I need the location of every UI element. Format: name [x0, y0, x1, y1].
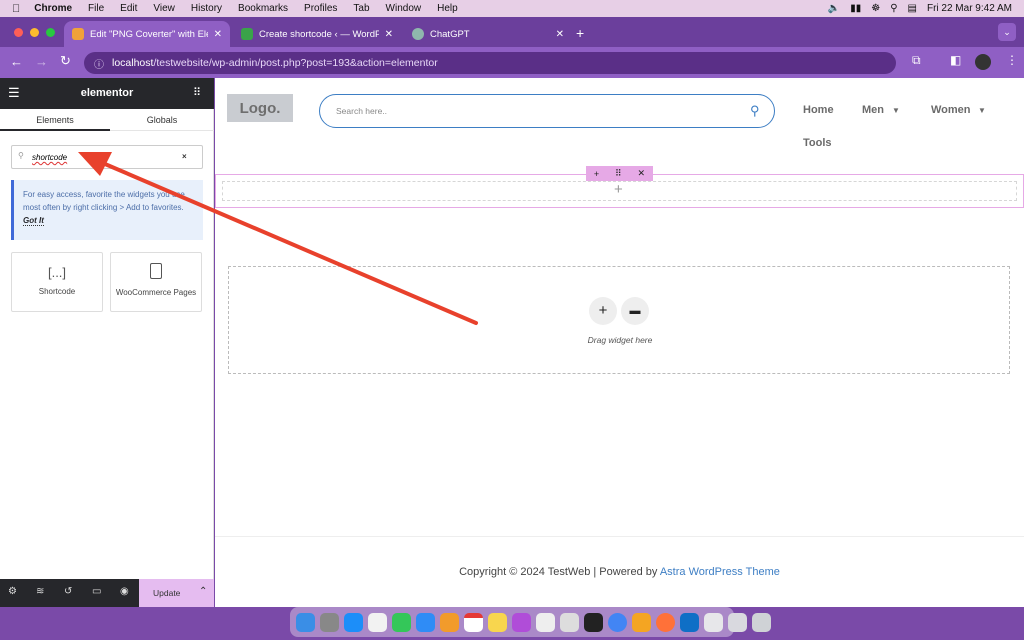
- app-store-icon[interactable]: [344, 612, 363, 632]
- macos-dock: [290, 607, 771, 637]
- pages-icon[interactable]: [440, 612, 459, 632]
- vscode-icon[interactable]: [680, 612, 699, 632]
- settings-icon[interactable]: [320, 612, 339, 632]
- trash-icon[interactable]: [752, 612, 771, 632]
- reminders-icon[interactable]: [368, 612, 387, 632]
- calendar-icon[interactable]: [464, 612, 483, 632]
- chrome-icon[interactable]: [608, 612, 627, 632]
- notes-icon[interactable]: [488, 612, 507, 632]
- window-preview-icon[interactable]: [704, 612, 723, 632]
- window-preview-icon[interactable]: [728, 612, 747, 632]
- firefox-icon[interactable]: [656, 612, 675, 632]
- podcasts-icon[interactable]: [512, 612, 531, 632]
- numbers-icon[interactable]: [392, 612, 411, 632]
- terminal-icon[interactable]: [584, 612, 603, 632]
- keynote-icon[interactable]: [416, 612, 435, 632]
- preview-icon[interactable]: [536, 612, 555, 632]
- system-icon[interactable]: [560, 612, 579, 632]
- finder-icon[interactable]: [296, 612, 315, 632]
- red-annotation-arrow: [78, 152, 478, 325]
- sublime-text-icon[interactable]: [632, 612, 651, 632]
